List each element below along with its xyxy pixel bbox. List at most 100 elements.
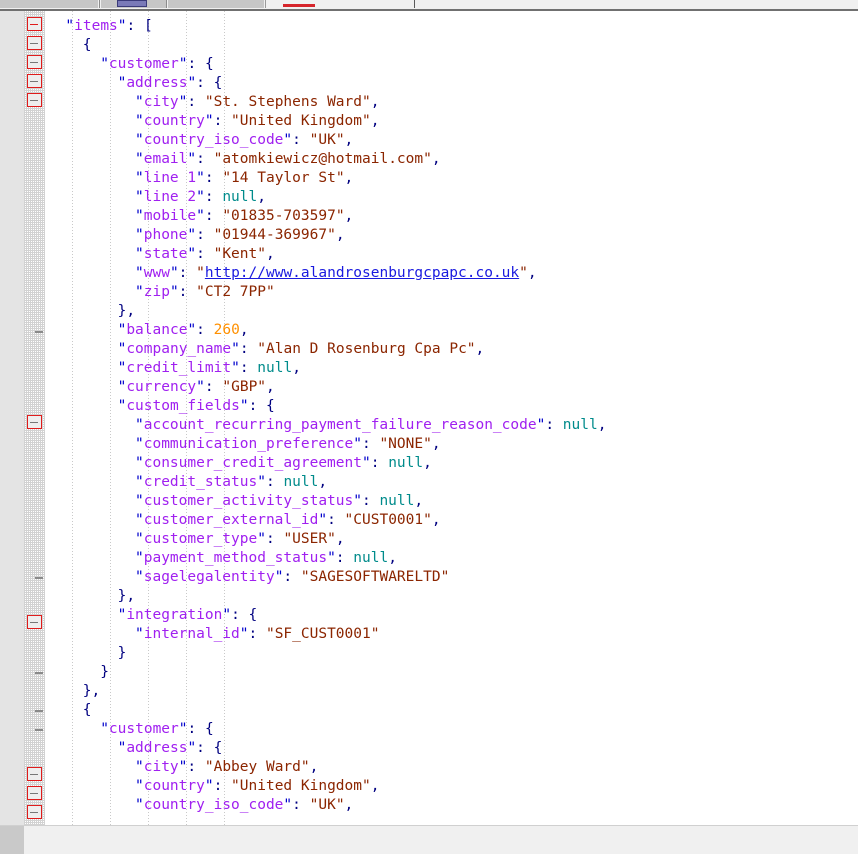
token-key: address — [126, 740, 188, 756]
token-punct: , — [431, 512, 441, 528]
code-line[interactable]: "balance": 260, — [45, 321, 858, 340]
collapse-fold-marker[interactable] — [27, 615, 42, 629]
token-key: zip — [143, 284, 170, 300]
code-line[interactable]: "sagelegalentity": "SAGESOFTWARELTD" — [45, 568, 858, 587]
code-line[interactable]: }, — [45, 682, 858, 701]
token-punct: }, — [117, 303, 136, 319]
code-line[interactable]: "zip": "CT2 7PP" — [45, 283, 858, 302]
code-line[interactable]: "email": "atomkiewicz@hotmail.com", — [45, 150, 858, 169]
code-line[interactable]: "payment_method_status": null, — [45, 549, 858, 568]
code-folding-gutter[interactable] — [24, 11, 60, 825]
code-line[interactable]: "country_iso_code": "UK", — [45, 131, 858, 150]
code-line[interactable]: "internal_id": "SF_CUST0001" — [45, 625, 858, 644]
collapse-fold-marker[interactable] — [27, 17, 42, 31]
code-line[interactable]: "www": "http://www.alandrosenburgcpapc.c… — [45, 264, 858, 283]
collapse-fold-marker[interactable] — [27, 74, 42, 88]
code-line[interactable]: "customer_external_id": "CUST0001", — [45, 511, 858, 530]
token-punct: } — [117, 645, 127, 661]
code-line[interactable]: "address": { — [45, 74, 858, 93]
code-line[interactable]: }, — [45, 302, 858, 321]
toolbar-segment-right[interactable] — [168, 0, 264, 8]
code-line[interactable]: "consumer_credit_agreement": null, — [45, 454, 858, 473]
token-quote: " — [327, 550, 336, 566]
json-editor[interactable]: "items": [{"customer": {"address": {"cit… — [0, 11, 858, 825]
token-link[interactable]: http://www.alandrosenburgcpapc.co.uk — [205, 265, 519, 281]
code-line[interactable]: "custom_fields": { — [45, 397, 858, 416]
toolbar-red-underline-icon[interactable] — [283, 4, 315, 7]
code-line[interactable]: "city": "St. Stephens Ward", — [45, 93, 858, 112]
code-line[interactable]: "customer": { — [45, 720, 858, 739]
collapse-fold-marker[interactable] — [27, 36, 42, 50]
token-quote: " — [196, 379, 205, 395]
token-quote: " — [135, 151, 144, 167]
token-quote: " — [222, 607, 232, 623]
code-line[interactable]: "company_name": "Alan D Rosenburg Cpa Pc… — [45, 340, 858, 359]
token-quote: " — [135, 436, 144, 452]
token-key: internal_id — [143, 626, 240, 642]
code-line[interactable]: "mobile": "01835-703597", — [45, 207, 858, 226]
token-punct: : — [248, 626, 266, 642]
code-lines[interactable]: "items": [{"customer": {"address": {"cit… — [45, 17, 858, 815]
code-line[interactable]: "customer_type": "USER", — [45, 530, 858, 549]
collapse-fold-marker[interactable] — [27, 415, 42, 429]
code-line[interactable]: "account_recurring_payment_failure_reaso… — [45, 416, 858, 435]
code-line[interactable]: "currency": "GBP", — [45, 378, 858, 397]
token-quote: " — [231, 360, 240, 376]
code-line[interactable]: "country": "United Kingdom", — [45, 777, 858, 796]
code-line[interactable]: "items": [ — [45, 17, 858, 36]
token-quote: " — [135, 113, 144, 129]
code-line[interactable]: "city": "Abbey Ward", — [45, 758, 858, 777]
code-line[interactable]: "address": { — [45, 739, 858, 758]
token-punct: : — [361, 493, 380, 509]
token-null: null — [388, 455, 424, 471]
code-line[interactable]: "country": "United Kingdom", — [45, 112, 858, 131]
code-line[interactable]: }, — [45, 587, 858, 606]
token-quote: " — [135, 626, 144, 642]
collapse-fold-marker[interactable] — [27, 55, 42, 69]
token-quote: " — [65, 18, 75, 34]
code-line[interactable]: "communication_preference": "NONE", — [45, 435, 858, 454]
toolbar-blue-button-icon[interactable] — [117, 0, 147, 7]
collapse-fold-marker[interactable] — [27, 805, 42, 819]
token-punct: : — [283, 569, 301, 585]
token-punct: , — [475, 341, 485, 357]
code-line[interactable]: } — [45, 644, 858, 663]
code-line[interactable]: "country_iso_code": "UK", — [45, 796, 858, 815]
token-quote: " — [187, 227, 197, 243]
code-surface[interactable]: "items": [{"customer": {"address": {"cit… — [45, 11, 858, 825]
code-line[interactable]: } — [45, 663, 858, 682]
code-line[interactable]: "state": "Kent", — [45, 245, 858, 264]
code-line[interactable]: "line 1": "14 Taylor St", — [45, 169, 858, 188]
code-line[interactable]: { — [45, 701, 858, 720]
toolbar-segment-left[interactable] — [0, 0, 98, 8]
token-quote: " — [169, 265, 179, 281]
token-null: null — [283, 474, 319, 490]
token-key: country_iso_code — [143, 797, 284, 813]
token-key: country — [143, 778, 205, 794]
token-num: 260 — [213, 322, 240, 338]
code-line[interactable]: "credit_status": null, — [45, 473, 858, 492]
code-line[interactable]: "integration": { — [45, 606, 858, 625]
token-quote: " — [239, 626, 249, 642]
token-quote: " — [135, 284, 144, 300]
token-str: "UK" — [309, 132, 345, 148]
fold-branch-tick — [35, 672, 43, 674]
code-line[interactable]: "line 2": null, — [45, 188, 858, 207]
code-line[interactable]: "customer_activity_status": null, — [45, 492, 858, 511]
token-str: "CUST0001" — [344, 512, 432, 528]
code-line[interactable]: "phone": "01944-369967", — [45, 226, 858, 245]
code-line[interactable]: "customer": { — [45, 55, 858, 74]
code-line[interactable]: { — [45, 36, 858, 55]
code-line[interactable]: "credit_limit": null, — [45, 359, 858, 378]
token-quote: " — [353, 436, 362, 452]
collapse-fold-marker[interactable] — [27, 93, 42, 107]
horizontal-scrollbar[interactable] — [0, 825, 858, 854]
token-key: city — [143, 94, 179, 110]
collapse-fold-marker[interactable] — [27, 767, 42, 781]
token-key: country — [143, 113, 205, 129]
token-punct: : — [204, 170, 223, 186]
collapse-fold-marker[interactable] — [27, 786, 42, 800]
token-str: "NONE" — [379, 436, 432, 452]
token-quote: " — [135, 170, 144, 186]
token-null: null — [353, 550, 389, 566]
